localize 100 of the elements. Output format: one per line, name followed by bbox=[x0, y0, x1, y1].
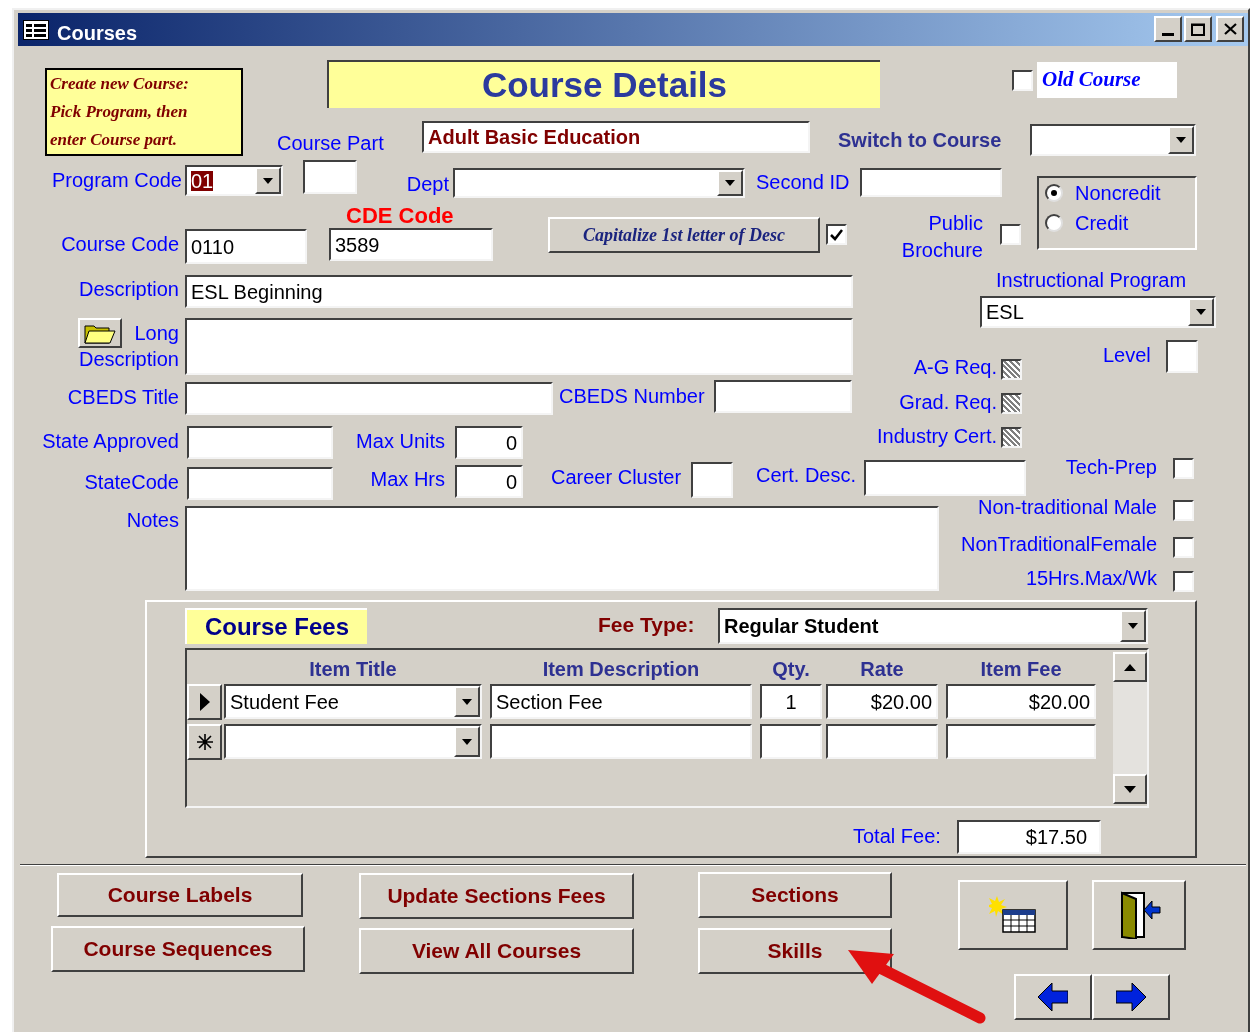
checkbox[interactable] bbox=[1173, 500, 1194, 521]
caret-icon bbox=[462, 738, 472, 745]
left-arrow-icon bbox=[1038, 983, 1068, 1011]
field-label: Grad. Req. bbox=[899, 392, 997, 412]
checkbox[interactable] bbox=[826, 224, 847, 245]
text-field[interactable] bbox=[187, 426, 333, 459]
dropdown-field[interactable]: ESL bbox=[980, 296, 1216, 328]
dropdown-field[interactable] bbox=[1030, 124, 1196, 156]
exit-button[interactable] bbox=[1092, 880, 1186, 950]
maximize-button[interactable] bbox=[1184, 16, 1212, 42]
program-name-field: Adult Basic Education bbox=[422, 121, 810, 153]
command-button[interactable]: Sections bbox=[698, 872, 892, 918]
text-field[interactable]: 3589 bbox=[329, 228, 493, 261]
text-field[interactable] bbox=[185, 382, 553, 415]
text-field[interactable]: 0 bbox=[455, 426, 523, 459]
previous-button[interactable] bbox=[1014, 974, 1092, 1020]
text-field[interactable] bbox=[1166, 340, 1198, 373]
checkbox[interactable] bbox=[1173, 537, 1194, 558]
text-field[interactable]: ESL Beginning bbox=[185, 275, 853, 308]
dropdown-arrow-button[interactable] bbox=[1120, 610, 1146, 642]
dropdown-field[interactable]: Student Fee bbox=[224, 684, 482, 719]
dropdown-arrow-button[interactable] bbox=[717, 170, 743, 196]
field-label: NonTraditionalFemale bbox=[961, 534, 1157, 554]
check-icon bbox=[830, 228, 843, 241]
capitalize-button[interactable]: Capitalize 1st letter of Desc bbox=[548, 217, 820, 253]
checkbox[interactable] bbox=[1001, 359, 1022, 380]
folder-button[interactable] bbox=[78, 318, 122, 348]
dropdown-field[interactable]: 01 bbox=[185, 165, 283, 196]
text-field[interactable] bbox=[185, 318, 853, 375]
text-field[interactable]: $17.50 bbox=[957, 820, 1101, 854]
field-label: Career Cluster bbox=[551, 467, 682, 487]
checkbox[interactable] bbox=[1001, 393, 1022, 414]
field-label: A-G Req. bbox=[913, 357, 997, 377]
scroll-up-button[interactable] bbox=[1113, 652, 1147, 682]
down-arrow-icon bbox=[1124, 785, 1136, 793]
command-button[interactable]: Course Sequences bbox=[51, 926, 305, 972]
old-course-label: Old Course bbox=[1037, 62, 1177, 98]
table-cell[interactable]: $20.00 bbox=[826, 684, 938, 719]
radio-option[interactable]: Noncredit bbox=[1045, 183, 1161, 203]
dropdown-field[interactable]: Regular Student bbox=[718, 608, 1148, 644]
command-button[interactable]: Skills bbox=[698, 928, 892, 974]
minimize-button[interactable] bbox=[1154, 16, 1182, 42]
column-header: Item Description bbox=[541, 657, 701, 682]
dropdown-field[interactable] bbox=[224, 724, 482, 759]
checkbox[interactable] bbox=[1000, 224, 1021, 245]
field-label: Description bbox=[78, 349, 179, 369]
command-button[interactable]: Update Sections Fees bbox=[359, 873, 634, 919]
command-button[interactable]: Course Labels bbox=[57, 873, 303, 917]
caret-icon bbox=[263, 177, 273, 184]
checkbox[interactable] bbox=[1173, 458, 1194, 479]
caret-icon bbox=[1176, 137, 1186, 143]
current-row-icon bbox=[199, 693, 210, 711]
text-field[interactable] bbox=[864, 460, 1026, 496]
field-label: Total Fee: bbox=[853, 826, 941, 846]
field-label: Max Hrs bbox=[370, 469, 445, 489]
table-cell[interactable]: $20.00 bbox=[946, 684, 1096, 719]
text-field[interactable] bbox=[303, 160, 357, 194]
new-record-button[interactable] bbox=[958, 880, 1068, 950]
text-field[interactable] bbox=[714, 380, 852, 413]
dropdown-arrow-button[interactable] bbox=[255, 167, 281, 194]
folder-icon bbox=[84, 322, 116, 344]
field-label: Course Part bbox=[277, 133, 384, 153]
checkbox[interactable] bbox=[1012, 70, 1033, 91]
field-label: Level bbox=[1103, 345, 1151, 365]
field-label: Tech-Prep bbox=[1065, 457, 1157, 477]
table-cell[interactable] bbox=[490, 724, 752, 759]
form-icon bbox=[23, 20, 49, 40]
text-field[interactable] bbox=[185, 506, 939, 591]
table-cell[interactable] bbox=[826, 724, 938, 759]
dropdown-arrow-button[interactable] bbox=[1168, 126, 1194, 154]
field-label: Fee Type: bbox=[598, 614, 695, 635]
new-record-icon bbox=[989, 896, 1037, 934]
column-header: Qty. bbox=[771, 657, 811, 682]
text-field[interactable]: 0 bbox=[455, 465, 523, 498]
table-cell[interactable] bbox=[946, 724, 1096, 759]
row-selector[interactable] bbox=[187, 724, 222, 760]
table-cell[interactable]: 1 bbox=[760, 684, 822, 719]
up-arrow-icon bbox=[1124, 663, 1136, 671]
next-button[interactable] bbox=[1092, 974, 1170, 1020]
field-label: Switch to Course bbox=[838, 130, 1002, 150]
row-selector[interactable] bbox=[187, 684, 222, 720]
text-field[interactable] bbox=[860, 168, 1002, 197]
scroll-down-button[interactable] bbox=[1113, 774, 1147, 804]
dropdown-field[interactable] bbox=[453, 168, 745, 198]
checkbox[interactable] bbox=[1001, 427, 1022, 448]
radio-option[interactable]: Credit bbox=[1045, 213, 1129, 233]
close-button[interactable] bbox=[1216, 16, 1244, 42]
field-label: CBEDS Number bbox=[559, 386, 705, 406]
text-field[interactable]: 0110 bbox=[185, 229, 307, 264]
dropdown-arrow-button[interactable] bbox=[454, 726, 480, 757]
instruction-line: enter Course part. bbox=[50, 129, 179, 151]
text-field[interactable] bbox=[187, 467, 333, 500]
text-field[interactable] bbox=[691, 462, 733, 498]
table-cell[interactable] bbox=[760, 724, 822, 759]
table-cell[interactable]: Section Fee bbox=[490, 684, 752, 719]
command-button[interactable]: View All Courses bbox=[359, 928, 634, 974]
checkbox[interactable] bbox=[1173, 571, 1194, 592]
field-label: Notes bbox=[126, 510, 179, 530]
dropdown-arrow-button[interactable] bbox=[1188, 298, 1214, 326]
dropdown-arrow-button[interactable] bbox=[454, 686, 480, 717]
